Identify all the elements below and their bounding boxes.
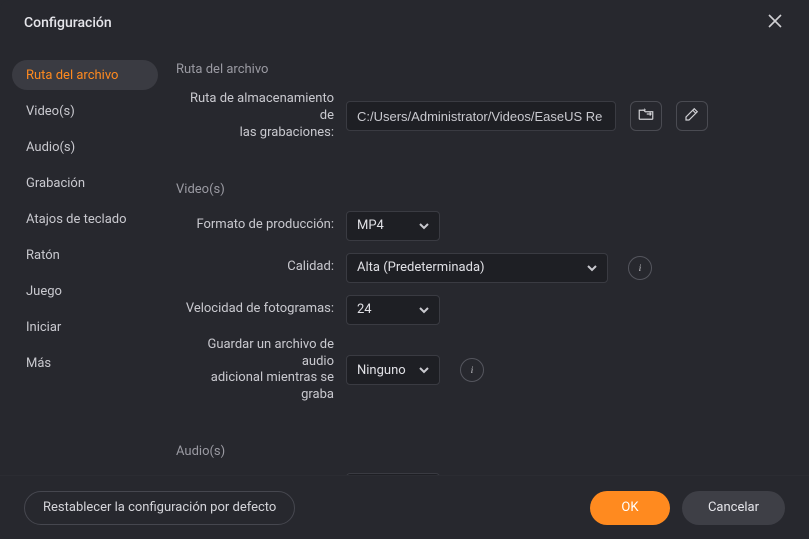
sidebar-item-label: Video(s) <box>26 104 75 119</box>
sidebar-item-label: Ratón <box>26 248 60 263</box>
body: Ruta del archivo Video(s) Audio(s) Graba… <box>0 46 809 475</box>
sidebar-item-more[interactable]: Más <box>12 348 158 378</box>
edit-path-button[interactable] <box>676 101 708 131</box>
sidebar: Ruta del archivo Video(s) Audio(s) Graba… <box>0 54 168 475</box>
row-video-fps: Velocidad de fotogramas: 24 <box>176 295 785 325</box>
select-value: MP4 <box>357 218 384 233</box>
sidebar-item-mouse[interactable]: Ratón <box>12 240 158 270</box>
browse-folder-button[interactable] <box>630 101 662 131</box>
select-value: Ninguno <box>357 363 406 378</box>
row-extra-audio: Guardar un archivo de audio adicional mi… <box>176 337 785 405</box>
chevron-down-icon <box>419 305 429 315</box>
extra-audio-info-button[interactable]: i <box>460 358 484 382</box>
chevron-down-icon <box>419 221 429 231</box>
sidebar-item-startup[interactable]: Iniciar <box>12 312 158 342</box>
cancel-button[interactable]: Cancelar <box>682 491 785 525</box>
audio-format-select[interactable]: MP3 <box>346 473 440 475</box>
sidebar-item-shortcuts[interactable]: Atajos de teclado <box>12 204 158 234</box>
sidebar-item-label: Iniciar <box>26 320 61 335</box>
edit-icon <box>683 105 701 127</box>
chevron-down-icon <box>419 365 429 375</box>
row-audio-format: Formato de producción: MP3 <box>176 473 785 475</box>
reset-defaults-button[interactable]: Restablecer la configuración por defecto <box>24 491 295 525</box>
sidebar-item-label: Juego <box>26 284 62 299</box>
section-heading-audio: Audio(s) <box>176 436 785 473</box>
sidebar-item-audio[interactable]: Audio(s) <box>12 132 158 162</box>
sidebar-item-game[interactable]: Juego <box>12 276 158 306</box>
window-title: Configuración <box>24 15 112 31</box>
folder-open-icon <box>637 105 655 127</box>
sidebar-item-recording[interactable]: Grabación <box>12 168 158 198</box>
select-value: 24 <box>357 302 372 317</box>
storage-path-input[interactable] <box>346 101 616 131</box>
label-video-fps: Velocidad de fotogramas: <box>176 301 346 318</box>
content-scroll[interactable]: Ruta del archivo Ruta de almacenamiento … <box>176 54 785 475</box>
extra-audio-select[interactable]: Ninguno <box>346 355 440 385</box>
label-storage-path: Ruta de almacenamiento de las grabacione… <box>176 91 346 142</box>
sidebar-item-label: Grabación <box>26 176 85 191</box>
section-heading-filepath: Ruta del archivo <box>176 54 785 91</box>
close-icon <box>768 14 782 32</box>
video-quality-select[interactable]: Alta (Predeterminada) <box>346 253 608 283</box>
select-value: Alta (Predeterminada) <box>357 260 485 275</box>
video-fps-select[interactable]: 24 <box>346 295 440 325</box>
video-format-select[interactable]: MP4 <box>346 211 440 241</box>
sidebar-item-label: Atajos de teclado <box>26 212 127 227</box>
settings-window: Configuración Ruta del archivo Video(s) … <box>0 0 809 539</box>
info-icon: i <box>639 263 642 273</box>
sidebar-item-video[interactable]: Video(s) <box>12 96 158 126</box>
titlebar: Configuración <box>0 0 809 46</box>
info-icon: i <box>471 365 474 375</box>
label-video-quality: Calidad: <box>176 259 346 276</box>
ok-button[interactable]: OK <box>590 491 670 525</box>
quality-info-button[interactable]: i <box>628 256 652 280</box>
chevron-down-icon <box>587 263 597 273</box>
row-video-format: Formato de producción: MP4 <box>176 211 785 241</box>
sidebar-item-file-path[interactable]: Ruta del archivo <box>12 60 158 90</box>
row-storage-path: Ruta de almacenamiento de las grabacione… <box>176 91 785 142</box>
close-button[interactable] <box>761 9 789 37</box>
sidebar-item-label: Ruta del archivo <box>26 68 118 83</box>
section-heading-video: Video(s) <box>176 174 785 211</box>
row-video-quality: Calidad: Alta (Predeterminada) i <box>176 253 785 283</box>
label-extra-audio: Guardar un archivo de audio adicional mi… <box>176 337 346 405</box>
content: Ruta del archivo Ruta de almacenamiento … <box>168 54 809 475</box>
footer: Restablecer la configuración por defecto… <box>0 475 809 539</box>
label-video-format: Formato de producción: <box>176 217 346 234</box>
sidebar-item-label: Más <box>26 356 51 371</box>
sidebar-item-label: Audio(s) <box>26 140 75 155</box>
